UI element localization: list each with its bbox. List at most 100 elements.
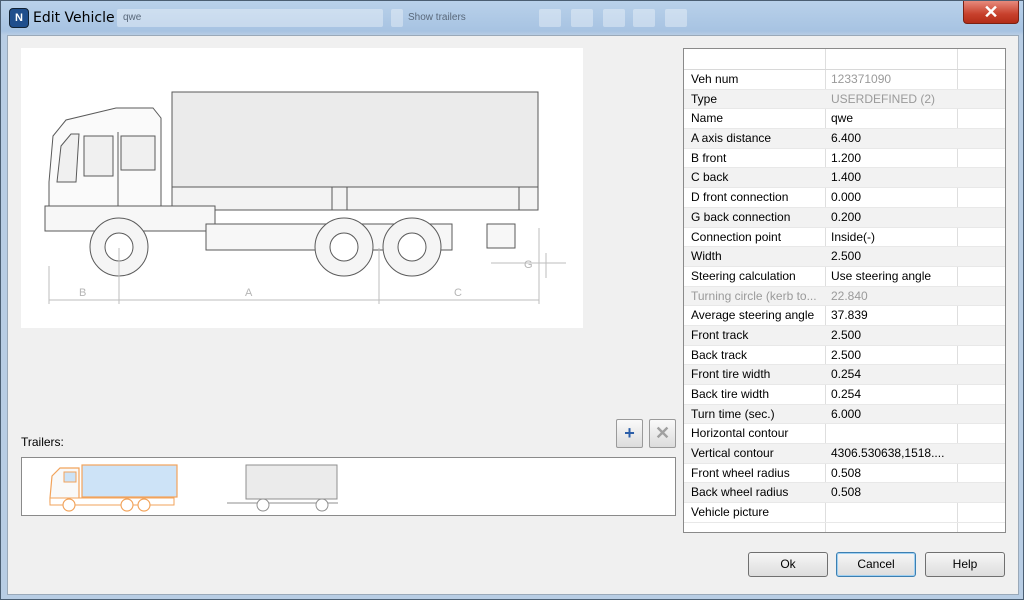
property-row[interactable]: Front track 2.500 [684,325,1005,346]
property-row[interactable]: Name qwe [684,109,1005,130]
property-row[interactable]: Horizontal contour [684,424,1005,445]
property-value[interactable]: 0.200 [831,208,955,227]
property-value[interactable]: 0.508 [831,464,955,483]
property-name: Type [691,91,718,106]
app-icon: N [9,8,29,28]
grid-header [684,49,1005,70]
property-name: G back connection [691,209,791,224]
property-name: Front track [691,327,749,342]
property-value[interactable]: 0.000 [831,188,955,207]
close-icon: ✕ [654,423,671,443]
property-value[interactable]: 1.400 [831,168,955,187]
help-button[interactable]: Help [925,552,1005,577]
background-checkbox [391,9,403,27]
property-value[interactable]: 4306.530638,1518.... [831,444,955,463]
property-name: Horizontal contour [691,426,789,441]
trailer-item-truck[interactable] [49,464,178,512]
dimension-label: C [454,287,462,299]
property-value[interactable]: Use steering angle [831,267,955,286]
property-value[interactable]: 6.400 [831,129,955,148]
title-bar[interactable]: N Edit Vehicle qwe Show trailers ✕ [1,1,1023,35]
plus-icon: + [624,423,635,443]
trailers-thumbnails [49,464,338,512]
dialog-body: B A C G Trailers: + ✕ Veh num 123371090 … [7,35,1019,595]
property-value[interactable]: Inside(-) [831,228,955,247]
property-value[interactable]: 0.254 [831,385,955,404]
background-dropdown-text: qwe [123,12,142,23]
property-value[interactable]: qwe [831,109,955,128]
property-row[interactable]: Turn time (sec.) 6.000 [684,404,1005,425]
property-name: Average steering angle [691,308,815,323]
vehicle-preview: B A C G [21,48,583,328]
background-toolbar-icon [633,9,655,27]
property-name: Back tire width [691,387,770,401]
property-row[interactable]: Type USERDEFINED (2) [684,89,1005,110]
property-row[interactable]: Vertical contour 4306.530638,1518.... [684,444,1005,464]
property-row[interactable]: Vehicle picture [684,503,1005,523]
property-name: Turn time (sec.) [691,406,775,421]
background-checkbox-label: Show trailers [408,12,466,23]
background-toolbar-icon [571,9,593,27]
background-toolbar-icon [603,9,625,27]
property-row[interactable]: Front tire width 0.254 [684,365,1005,385]
window-title: Edit Vehicle [33,10,115,26]
dimension-label: G [524,259,533,271]
property-value[interactable]: 123371090 [831,70,955,89]
add-trailer-button[interactable]: + [616,419,643,448]
property-name: Connection point [691,229,782,244]
property-row[interactable]: Back track 2.500 [684,346,1005,366]
property-name: C back [691,170,729,185]
property-value[interactable]: 37.839 [831,306,955,325]
property-value[interactable]: 6.000 [831,405,955,424]
property-name: Turning circle (kerb to... [691,288,817,303]
property-row[interactable]: Veh num 123371090 [684,70,1005,90]
property-name: Name [691,111,724,126]
property-row[interactable]: Width 2.500 [684,247,1005,267]
background-dropdown [117,9,383,27]
property-name: D front connection [691,190,789,205]
property-row[interactable]: Average steering angle 37.839 [684,306,1005,326]
background-toolbar-icon [539,9,561,27]
remove-trailer-button[interactable]: ✕ [649,419,676,448]
property-value[interactable]: 1.200 [831,149,955,168]
ok-button[interactable]: Ok [748,552,828,577]
property-name: Width [691,249,722,264]
close-button[interactable]: ✕ [963,1,1019,24]
property-name: A axis distance [691,131,772,146]
trailers-label: Trailers: [21,435,64,449]
property-row[interactable]: Back tire width 0.254 [684,385,1005,405]
property-value[interactable]: 2.500 [831,326,955,345]
property-value[interactable]: 2.500 [831,346,955,365]
property-row[interactable]: Turning circle (kerb to... 22.840 [684,286,1005,307]
property-value[interactable]: 0.254 [831,365,955,384]
dimension-label: A [245,287,253,299]
trailers-list[interactable] [21,457,676,516]
property-value[interactable]: 2.500 [831,247,955,266]
property-row[interactable]: C back 1.400 [684,168,1005,189]
property-name: Back track [691,347,748,362]
truck-drawing: B A C G [44,91,566,304]
cancel-button[interactable]: Cancel [836,552,916,577]
property-row[interactable]: A axis distance 6.400 [684,129,1005,149]
dimension-label: B [79,287,86,299]
property-row[interactable]: Connection point Inside(-) [684,228,1005,248]
property-value[interactable]: 0.508 [831,483,955,502]
property-value[interactable]: 22.840 [831,287,955,306]
property-row[interactable]: Back wheel radius 0.508 [684,483,1005,504]
trailer-item-trailer[interactable] [227,464,338,512]
property-value[interactable]: USERDEFINED (2) [831,90,955,109]
property-name: B front [691,150,727,165]
property-row[interactable]: Steering calculation Use steering angle [684,267,1005,287]
property-name: Veh num [691,72,739,86]
property-row[interactable]: B front 1.200 [684,149,1005,169]
property-name: Back wheel radius [691,485,789,500]
property-row[interactable]: D front connection 0.000 [684,188,1005,208]
background-toolbar-icon [665,9,687,27]
property-row[interactable]: G back connection 0.200 [684,207,1005,228]
edit-vehicle-dialog: N Edit Vehicle qwe Show trailers ✕ B A C… [0,0,1024,600]
property-row[interactable]: Front wheel radius 0.508 [684,464,1005,484]
vehicle-properties-grid[interactable]: Veh num 123371090 Type USERDEFINED (2) Name q… [683,48,1006,533]
property-name: Vertical contour [691,446,774,461]
property-name: Front wheel radius [691,465,790,480]
close-icon: ✕ [983,2,999,22]
